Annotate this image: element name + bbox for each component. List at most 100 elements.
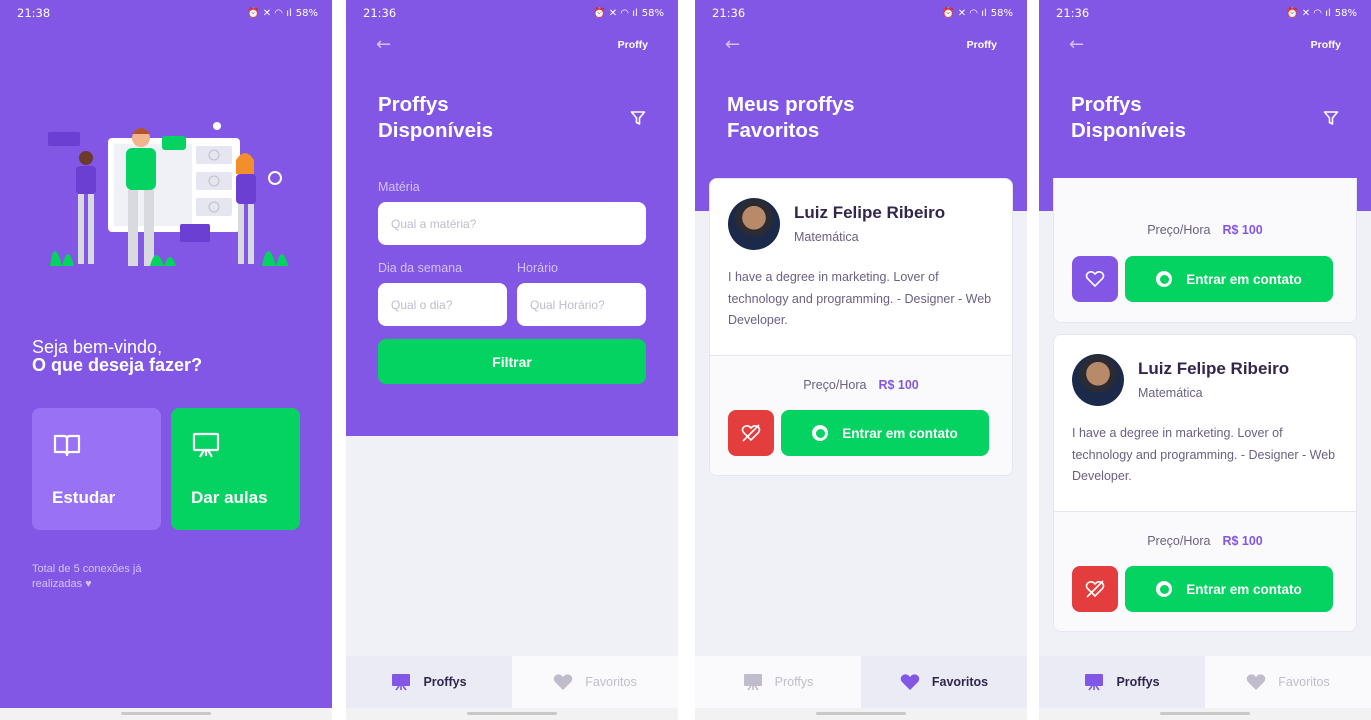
title-line-1: Meus proffys — [727, 93, 855, 116]
status-time: 21:36 — [363, 6, 397, 20]
back-arrow-icon[interactable]: ← — [725, 36, 740, 54]
title-line-2: Disponíveis — [1071, 119, 1187, 142]
landing-screen: 21:38 ⏰ ✕ ◠ ıl 58% Seja bem-vindo, O que… — [0, 0, 332, 720]
tab-favoritos[interactable]: Favoritos — [1205, 656, 1371, 708]
time-input[interactable] — [517, 283, 646, 326]
title-line-2: Favoritos — [727, 119, 820, 142]
status-bar: 21:36 ⏰ ✕ ◠ ıl 58% — [346, 0, 678, 26]
battery-level: 58% — [990, 7, 1013, 19]
contact-button[interactable]: Entrar em contato — [1125, 256, 1333, 302]
status-time: 21:36 — [1056, 6, 1090, 20]
price-row: Preço/Hora R$ 100 — [1054, 223, 1356, 237]
subject-input[interactable] — [378, 202, 646, 245]
battery-level: 58% — [1334, 7, 1357, 19]
price-row: Preço/Hora R$ 100 — [1054, 534, 1356, 548]
heart-icon — [1247, 674, 1266, 690]
contact-button[interactable]: Entrar em contato — [1125, 566, 1333, 612]
presentation-icon — [192, 432, 220, 458]
status-icons: ⏰ ✕ ◠ ıl 58% — [1286, 7, 1357, 19]
study-label: Estudar — [52, 488, 116, 507]
page-title: Proffys Disponíveis — [378, 92, 493, 144]
price-row: Preço/Hora R$ 100 — [710, 378, 1012, 392]
give-classes-button[interactable]: Dar aulas — [171, 408, 300, 530]
tab-proffys-label: Proffys — [1116, 675, 1160, 689]
proffy-logo: Proffy — [617, 39, 648, 51]
heart-outline-icon — [1085, 270, 1105, 288]
back-arrow-icon[interactable]: ← — [376, 36, 391, 54]
book-open-icon — [53, 434, 81, 457]
teacher-list-screen: Preço/Hora R$ 100 Entrar em contato ← Pro… — [1039, 0, 1371, 720]
teacher-bio: I have a degree in marketing. Lover of t… — [728, 270, 992, 327]
top-navigation: ← Proffy — [1069, 34, 1341, 56]
tab-proffys[interactable]: Proffys — [346, 656, 512, 708]
status-time: 21:38 — [17, 6, 51, 20]
top-navigation: ← Proffy — [376, 34, 648, 56]
whatsapp-icon — [1156, 581, 1173, 597]
filter-icon[interactable] — [630, 110, 646, 126]
tab-favoritos-label: Favoritos — [585, 675, 637, 689]
price-label: Preço/Hora — [803, 378, 867, 392]
battery-level: 58% — [295, 7, 318, 19]
teacher-card-footer: Preço/Hora R$ 100 Entrar em contato — [710, 355, 1012, 475]
filter-icon[interactable] — [1323, 110, 1339, 126]
presentation-icon — [392, 674, 411, 691]
tab-bar: Proffys Favoritos — [1039, 656, 1371, 708]
price-value: R$ 100 — [1222, 223, 1263, 237]
contact-label: Entrar em contato — [1186, 271, 1302, 287]
proffy-logo: Proffy — [1310, 39, 1341, 51]
favorite-button[interactable] — [1072, 256, 1118, 302]
whatsapp-icon — [1156, 271, 1173, 287]
teacher-profile: Luiz Felipe Ribeiro Matemática I have a … — [1054, 335, 1356, 511]
study-button[interactable]: Estudar — [32, 408, 161, 530]
tab-proffys-label: Proffys — [774, 675, 814, 689]
page-header: ← Proffy Proffys Disponíveis Matéria Dia… — [346, 0, 678, 436]
tab-favoritos[interactable]: Favoritos — [861, 656, 1027, 708]
price-label: Preço/Hora — [1147, 534, 1211, 548]
top-navigation: ← Proffy — [725, 34, 997, 56]
tab-proffys-label: Proffys — [423, 675, 467, 689]
tab-proffys[interactable]: Proffys — [695, 656, 861, 708]
teacher-card: Luiz Felipe Ribeiro Matemática I have a … — [709, 178, 1013, 476]
teacher-subject: Matemática — [1138, 386, 1203, 400]
teacher-card-footer: Preço/Hora R$ 100 Entrar em contato — [1054, 511, 1356, 631]
teacher-name: Luiz Felipe Ribeiro — [1138, 359, 1290, 378]
unfavorite-button[interactable] — [728, 410, 774, 456]
page-header-overlay: ← Proffy Proffys Disponíveis — [1039, 0, 1371, 178]
welcome-greeting: Seja bem-vindo, — [32, 337, 163, 357]
avatar — [1072, 354, 1124, 406]
status-time: 21:36 — [712, 6, 746, 20]
status-icons: ⏰ ✕ ◠ ıl 58% — [247, 7, 318, 19]
teacher-card-footer: Preço/Hora R$ 100 Entrar em contato — [1054, 161, 1356, 322]
teacher-subject: Matemática — [794, 230, 859, 244]
contact-button[interactable]: Entrar em contato — [781, 410, 989, 456]
tab-favoritos[interactable]: Favoritos — [512, 656, 678, 708]
total-connections: Total de 5 conexões já realizadas ♥ — [32, 562, 182, 592]
teacher-profile: Luiz Felipe Ribeiro Matemática I have a … — [710, 179, 1012, 355]
tab-proffys[interactable]: Proffys — [1039, 656, 1205, 708]
unfavorite-button[interactable] — [1072, 566, 1118, 612]
title-line-2: Disponíveis — [378, 119, 494, 142]
price-label: Preço/Hora — [1147, 223, 1211, 237]
tab-bar: Proffys Favoritos — [346, 656, 678, 708]
subject-label: Matéria — [378, 180, 420, 194]
teacher-list-filter-screen: ← Proffy Proffys Disponíveis Matéria Dia… — [346, 0, 678, 720]
teacher-card: Luiz Felipe Ribeiro Matemática I have a … — [1053, 334, 1357, 632]
presentation-icon — [1085, 674, 1104, 691]
filter-button[interactable]: Filtrar — [378, 339, 646, 384]
teacher-bio: I have a degree in marketing. Lover of t… — [1072, 426, 1336, 483]
weekday-input[interactable] — [378, 283, 507, 326]
status-bar: 21:36 ⏰ ✕ ◠ ıl 58% — [695, 0, 1027, 26]
status-bar: 21:38 ⏰ ✕ ◠ ıl 58% — [0, 0, 332, 26]
heart-icon: ♥ — [85, 578, 92, 590]
home-indicator — [0, 708, 332, 720]
back-arrow-icon[interactable]: ← — [1069, 36, 1084, 54]
heart-outline-icon — [741, 424, 761, 442]
whatsapp-icon — [812, 425, 829, 441]
tab-favoritos-label: Favoritos — [1278, 675, 1330, 689]
status-icons: ⏰ ✕ ◠ ıl 58% — [593, 7, 664, 19]
favorites-screen: ← Proffy Meus proffys Favoritos 21:36 ⏰ … — [695, 0, 1027, 720]
title-line-1: Proffys — [1071, 93, 1142, 116]
page-title: Proffys Disponíveis — [1071, 92, 1186, 144]
contact-label: Entrar em contato — [842, 425, 958, 441]
weekday-label: Dia da semana — [378, 261, 463, 275]
